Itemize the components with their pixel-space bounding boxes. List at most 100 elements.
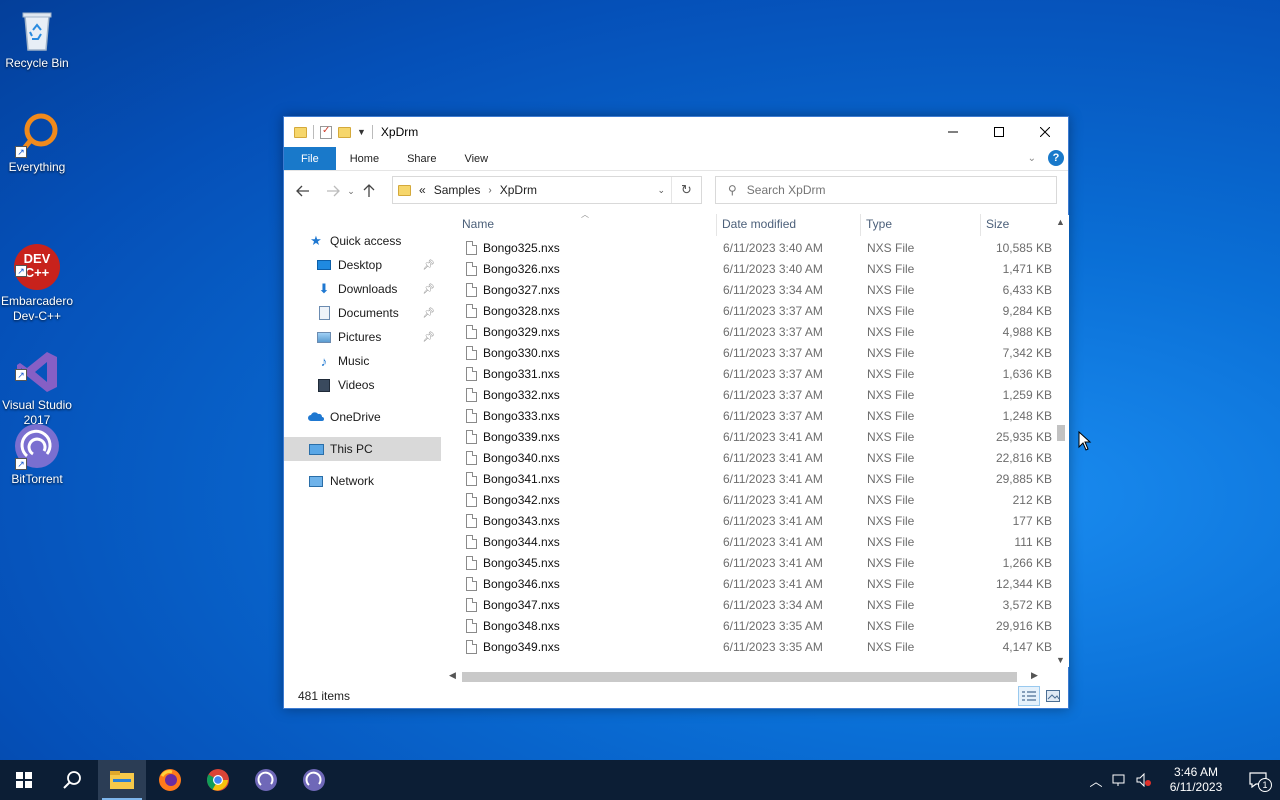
- sidebar-item-documents[interactable]: Documents 📌︎: [284, 301, 441, 325]
- table-row[interactable]: Bongo340.nxs 6/11/2023 3:41 AM NXS File 22,…: [444, 447, 1054, 468]
- maximize-button[interactable]: [976, 117, 1022, 147]
- network-status-icon[interactable]: [1108, 760, 1132, 800]
- refresh-button[interactable]: ↻: [671, 177, 701, 203]
- table-row[interactable]: Bongo342.nxs 6/11/2023 3:41 AM NXS File 212…: [444, 489, 1054, 510]
- address-overflow[interactable]: «: [419, 183, 426, 197]
- column-divider[interactable]: [980, 214, 981, 236]
- desktop-icon-bittorrent[interactable]: ↗ BitTorrent: [0, 422, 74, 487]
- visual-studio-icon: ↗: [13, 333, 61, 392]
- table-row[interactable]: Bongo331.nxs 6/11/2023 3:37 AM NXS File 1,6…: [444, 363, 1054, 384]
- column-header-size[interactable]: Size: [982, 211, 1009, 237]
- speaker-icon: [1136, 773, 1151, 787]
- taskbar-chrome[interactable]: [194, 760, 242, 800]
- file-name: Bongo341.nxs: [483, 471, 560, 486]
- show-hidden-icons-button[interactable]: ︿: [1084, 760, 1108, 800]
- scroll-right-icon[interactable]: ▶: [1026, 667, 1043, 684]
- chevron-right-icon[interactable]: ›: [488, 185, 491, 196]
- action-center-button[interactable]: 1: [1236, 760, 1280, 800]
- volume-muted-icon[interactable]: [1132, 760, 1156, 800]
- chevron-down-icon: ⌄: [347, 185, 355, 196]
- sidebar-item-music[interactable]: ♪ Music: [284, 349, 441, 373]
- column-divider[interactable]: [860, 214, 861, 236]
- desktop-icon-everything[interactable]: ↗ Everything: [0, 110, 74, 175]
- table-row[interactable]: Bongo332.nxs 6/11/2023 3:37 AM NXS File 1,2…: [444, 384, 1054, 405]
- search-box[interactable]: ⚲: [715, 176, 1057, 204]
- close-button[interactable]: [1022, 117, 1068, 147]
- customize-toolbar-icon[interactable]: ▼: [357, 127, 366, 137]
- scroll-up-icon[interactable]: ▲: [1052, 215, 1069, 229]
- horizontal-scrollbar[interactable]: ◀ ▶: [444, 667, 1052, 684]
- table-row[interactable]: Bongo344.nxs 6/11/2023 3:41 AM NXS File 111…: [444, 531, 1054, 552]
- table-row[interactable]: Bongo347.nxs 6/11/2023 3:34 AM NXS File 3,5…: [444, 594, 1054, 615]
- taskbar-file-explorer[interactable]: [98, 760, 146, 800]
- title-bar[interactable]: ▼ XpDrm: [284, 117, 1068, 147]
- table-row[interactable]: Bongo341.nxs 6/11/2023 3:41 AM NXS File 29,…: [444, 468, 1054, 489]
- sidebar-item-videos[interactable]: Videos: [284, 373, 441, 397]
- column-divider[interactable]: [716, 214, 717, 236]
- tab-view[interactable]: View: [450, 147, 502, 170]
- recent-locations-button[interactable]: ⌄: [344, 180, 358, 202]
- table-row[interactable]: Bongo328.nxs 6/11/2023 3:37 AM NXS File 9,2…: [444, 300, 1054, 321]
- sidebar-item-network[interactable]: Network: [284, 469, 441, 493]
- sidebar-item-onedrive[interactable]: OneDrive: [284, 405, 441, 429]
- file-date-modified: 6/11/2023 3:37 AM: [723, 408, 823, 423]
- pin-icon[interactable]: 📌︎: [422, 260, 435, 271]
- pin-icon[interactable]: 📌︎: [422, 332, 435, 343]
- scrollbar-thumb[interactable]: [462, 672, 1017, 682]
- taskbar-bittorrent-2[interactable]: [290, 760, 338, 800]
- pin-icon[interactable]: 📌︎: [422, 284, 435, 295]
- search-input[interactable]: [746, 183, 1047, 197]
- shortcut-arrow-icon: ↗: [15, 369, 27, 381]
- column-header-type[interactable]: Type: [862, 211, 892, 237]
- help-icon[interactable]: ?: [1048, 150, 1064, 166]
- new-folder-icon[interactable]: [338, 126, 351, 138]
- tab-file[interactable]: File: [284, 147, 336, 170]
- large-icons-view-button[interactable]: [1042, 686, 1064, 706]
- table-row[interactable]: Bongo327.nxs 6/11/2023 3:34 AM NXS File 6,4…: [444, 279, 1054, 300]
- minimize-button[interactable]: [930, 117, 976, 147]
- properties-icon[interactable]: [320, 125, 332, 139]
- file-name: Bongo326.nxs: [483, 261, 560, 276]
- breadcrumb-xpdrm[interactable]: XpDrm: [500, 183, 537, 197]
- table-row[interactable]: Bongo330.nxs 6/11/2023 3:37 AM NXS File 7,3…: [444, 342, 1054, 363]
- sidebar-item-pictures[interactable]: Pictures 📌︎: [284, 325, 441, 349]
- file-date-modified: 6/11/2023 3:37 AM: [723, 345, 823, 360]
- table-row[interactable]: Bongo329.nxs 6/11/2023 3:37 AM NXS File 4,9…: [444, 321, 1054, 342]
- sidebar-item-this-pc[interactable]: This PC: [284, 437, 441, 461]
- scroll-left-icon[interactable]: ◀: [444, 667, 461, 684]
- sidebar-item-quick-access[interactable]: ★ Quick access: [284, 229, 441, 253]
- table-row[interactable]: Bongo333.nxs 6/11/2023 3:37 AM NXS File 1,2…: [444, 405, 1054, 426]
- expand-ribbon-icon[interactable]: ⌄: [1028, 153, 1036, 164]
- back-button[interactable]: [292, 180, 314, 202]
- table-row[interactable]: Bongo343.nxs 6/11/2023 3:41 AM NXS File 177…: [444, 510, 1054, 531]
- address-bar[interactable]: « Samples › XpDrm ⌄ ↻: [392, 176, 702, 204]
- column-header-name[interactable]: Name: [458, 211, 494, 237]
- details-view-button[interactable]: [1018, 686, 1040, 706]
- table-row[interactable]: Bongo345.nxs 6/11/2023 3:41 AM NXS File 1,2…: [444, 552, 1054, 573]
- tab-home[interactable]: Home: [336, 147, 393, 170]
- taskbar-firefox[interactable]: [146, 760, 194, 800]
- vertical-scrollbar[interactable]: ▲ ▼: [1052, 215, 1069, 667]
- breadcrumb-samples[interactable]: Samples: [434, 183, 481, 197]
- table-row[interactable]: Bongo349.nxs 6/11/2023 3:35 AM NXS File 4,1…: [444, 636, 1054, 657]
- taskbar-search-button[interactable]: [48, 760, 96, 800]
- column-header-date[interactable]: Date modified: [718, 211, 796, 237]
- table-row[interactable]: Bongo348.nxs 6/11/2023 3:35 AM NXS File 29,…: [444, 615, 1054, 636]
- pin-icon[interactable]: 📌︎: [422, 308, 435, 319]
- up-button[interactable]: [358, 180, 380, 202]
- table-row[interactable]: Bongo339.nxs 6/11/2023 3:41 AM NXS File 25,…: [444, 426, 1054, 447]
- table-row[interactable]: Bongo346.nxs 6/11/2023 3:41 AM NXS File 12,…: [444, 573, 1054, 594]
- scrollbar-thumb[interactable]: [1057, 425, 1065, 441]
- taskbar-bittorrent-1[interactable]: [242, 760, 290, 800]
- clock[interactable]: 3:46 AM 6/11/2023: [1156, 765, 1236, 795]
- scroll-down-icon[interactable]: ▼: [1052, 653, 1069, 667]
- forward-button[interactable]: [322, 180, 344, 202]
- sidebar-item-desktop[interactable]: Desktop 📌︎: [284, 253, 441, 277]
- sidebar-item-downloads[interactable]: ⬇ Downloads 📌︎: [284, 277, 441, 301]
- desktop-icon-recycle-bin[interactable]: Recycle Bin: [0, 6, 74, 71]
- table-row[interactable]: Bongo325.nxs 6/11/2023 3:40 AM NXS File 10,…: [444, 237, 1054, 258]
- address-dropdown-icon[interactable]: ⌄: [657, 185, 665, 196]
- table-row[interactable]: Bongo326.nxs 6/11/2023 3:40 AM NXS File 1,4…: [444, 258, 1054, 279]
- start-button[interactable]: [0, 760, 48, 800]
- tab-share[interactable]: Share: [393, 147, 450, 170]
